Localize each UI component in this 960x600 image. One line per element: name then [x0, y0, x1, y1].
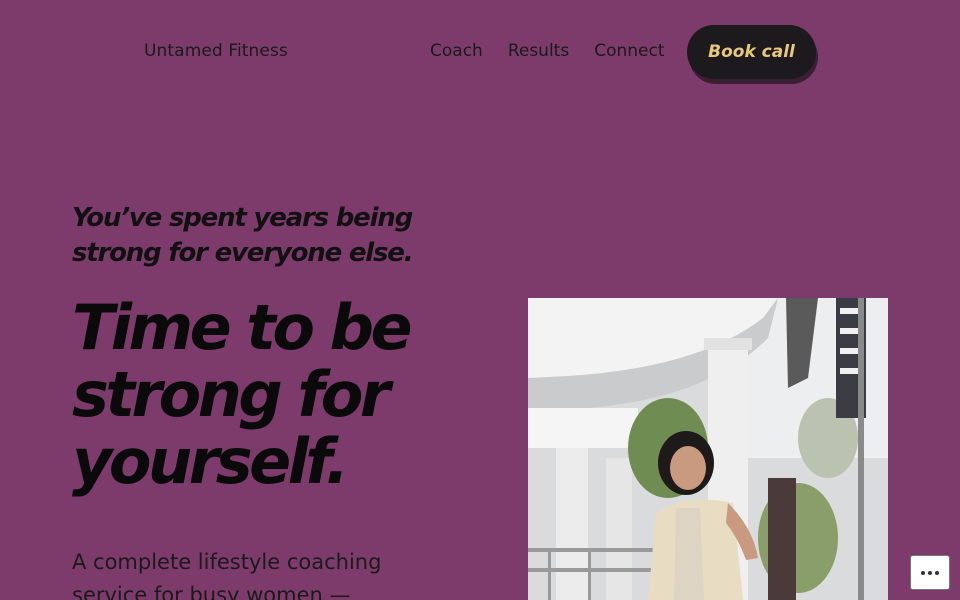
- nav-item-results[interactable]: Results: [508, 41, 569, 61]
- hero-description: A complete lifestyle coaching service fo…: [72, 550, 382, 600]
- main-nav: Coach Results Connect: [430, 41, 665, 61]
- hero-photo-illustration: [528, 298, 888, 600]
- nav-item-coach[interactable]: Coach: [430, 41, 483, 61]
- site-title[interactable]: Untamed Fitness: [144, 41, 288, 61]
- ellipsis-icon: [921, 570, 925, 575]
- ellipsis-icon: [935, 570, 939, 575]
- hero-eyebrow: You’ve spent years being strong for ever…: [72, 203, 414, 268]
- ellipsis-icon: [928, 570, 932, 575]
- hero-photo: [528, 298, 888, 600]
- nav-item-connect[interactable]: Connect: [594, 41, 664, 61]
- more-options-button[interactable]: [910, 555, 950, 590]
- hero-headline: Time to be strong for yourself.: [72, 291, 413, 498]
- book-call-button[interactable]: Book call: [687, 25, 816, 79]
